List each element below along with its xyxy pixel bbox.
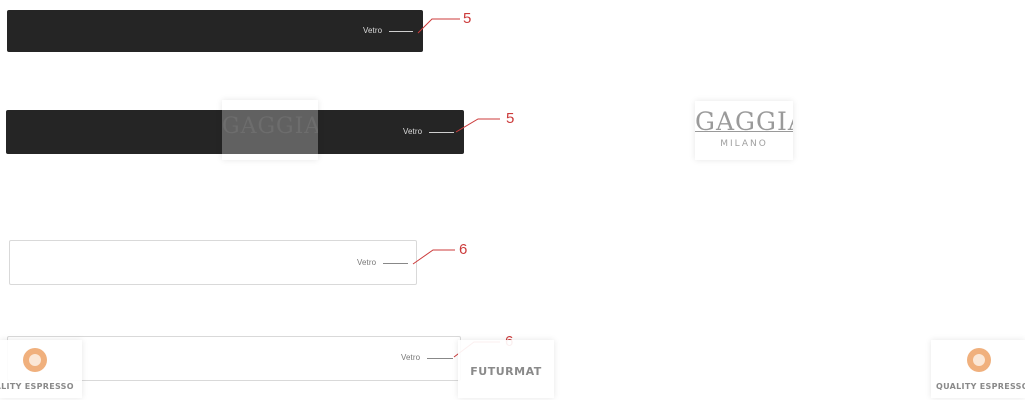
futurmat-logo-text: FUTURMAT bbox=[470, 365, 542, 378]
gaggia-logo-text: GAGGIA bbox=[222, 114, 318, 139]
gaggia-logo-subtext: MILANO bbox=[720, 139, 768, 149]
callout-number: 5 bbox=[463, 10, 472, 27]
quality-espresso-watermark-left: QUALITY ESPRESSO bbox=[0, 340, 82, 398]
quality-espresso-logo-icon bbox=[967, 348, 991, 372]
gaggia-logo-text: GAGGIA bbox=[695, 107, 793, 136]
gaggia-watermark: GAGGIA MILANO bbox=[695, 101, 793, 160]
quality-espresso-watermark-right: QUALITY ESPRESSO bbox=[931, 340, 1025, 398]
quality-espresso-logo-text: QUALITY ESPRESSO bbox=[0, 382, 74, 391]
callout-number: 6 bbox=[459, 241, 468, 258]
gaggia-watermark-faint: GAGGIA bbox=[222, 100, 318, 160]
futurmat-watermark: FUTURMAT bbox=[458, 340, 554, 398]
callout-line-3 bbox=[412, 249, 455, 265]
callout-line-1 bbox=[417, 18, 460, 34]
callout-line-2 bbox=[455, 118, 500, 133]
quality-espresso-logo-icon bbox=[23, 348, 47, 372]
quality-espresso-logo-text: QUALITY ESPRESSO bbox=[936, 382, 1025, 391]
callout-number: 5 bbox=[506, 110, 515, 127]
